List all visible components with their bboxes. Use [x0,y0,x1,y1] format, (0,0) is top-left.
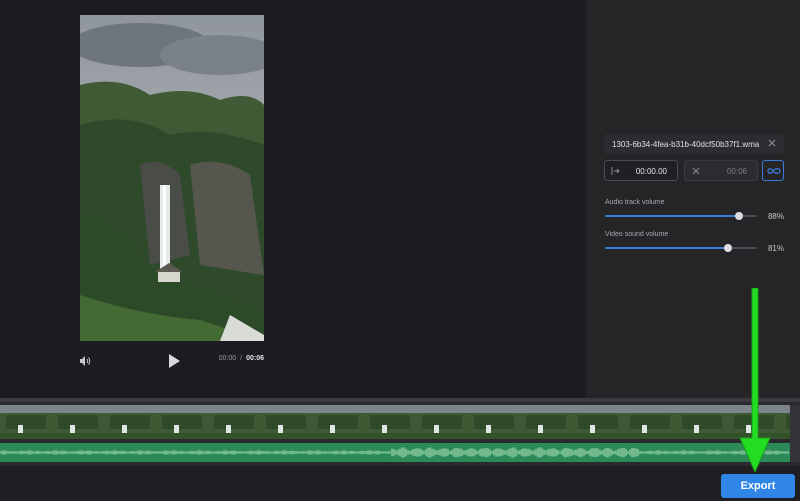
close-icon [768,139,776,147]
slider-fill [605,215,739,217]
filmstrip-frame [52,405,104,439]
link-icon [767,168,781,174]
slider-thumb[interactable] [724,244,733,252]
slider-thumb[interactable] [734,212,743,220]
filmstrip-frame [208,405,260,439]
speaker-icon[interactable] [78,354,92,368]
time-separator: / [240,355,243,362]
video-sound-volume-label: Video sound volume [605,231,669,238]
timeline-edge [790,405,800,462]
filmstrip-frame [156,405,208,439]
video-sound-volume-slider[interactable] [605,243,757,253]
export-button[interactable]: Export [721,474,795,498]
current-time: 00:00 [218,355,237,362]
slider-fill [605,247,729,249]
audio-waveform-track[interactable] [0,443,790,462]
player-controls: 00:00/00:06 [78,352,268,370]
filmstrip-frame [780,405,790,439]
filmstrip-frame [416,405,468,439]
filmstrip-frame [364,405,416,439]
filmstrip-frame [260,405,312,439]
end-time-field[interactable]: 00:06 [684,160,758,181]
filmstrip-frame [624,405,676,439]
audio-track-volume-slider[interactable] [605,211,757,221]
audio-track-volume-label: Audio track volume [605,199,665,206]
play-icon [169,354,180,368]
trim-start-icon [611,167,620,175]
start-time-field[interactable]: 00:00.00 [604,160,678,181]
audio-track-volume-value: 88% [767,212,784,221]
filmstrip-frame [312,405,364,439]
filmstrip-frame [0,405,52,439]
start-time-value: 00:00.00 [635,167,667,176]
total-time: 00:06 [246,355,264,362]
video-preview [80,15,264,341]
filmstrip-frame [104,405,156,439]
time-display: 00:00/00:06 [219,355,264,362]
audio-file-chip: 1303-6b34-4fea-b31b-40dcf50b37f1.wma [604,134,784,154]
link-toggle-button[interactable] [762,160,784,181]
filmstrip-frame [728,405,780,439]
timeline-divider[interactable] [0,398,800,402]
filmstrip-frame [468,405,520,439]
end-time-value: 00:06 [726,167,747,176]
filmstrip-frame [572,405,624,439]
scissors-icon [692,167,700,175]
filmstrip-frame [676,405,728,439]
audio-filename: 1303-6b34-4fea-b31b-40dcf50b37f1.wma [612,140,760,149]
video-filmstrip[interactable] [0,405,790,439]
bottom-bar [0,466,800,501]
play-button[interactable] [166,353,182,369]
video-sound-volume-value: 81% [767,244,784,253]
waveform [0,447,789,458]
remove-audio-button[interactable] [766,137,778,149]
filmstrip-frame [520,405,572,439]
